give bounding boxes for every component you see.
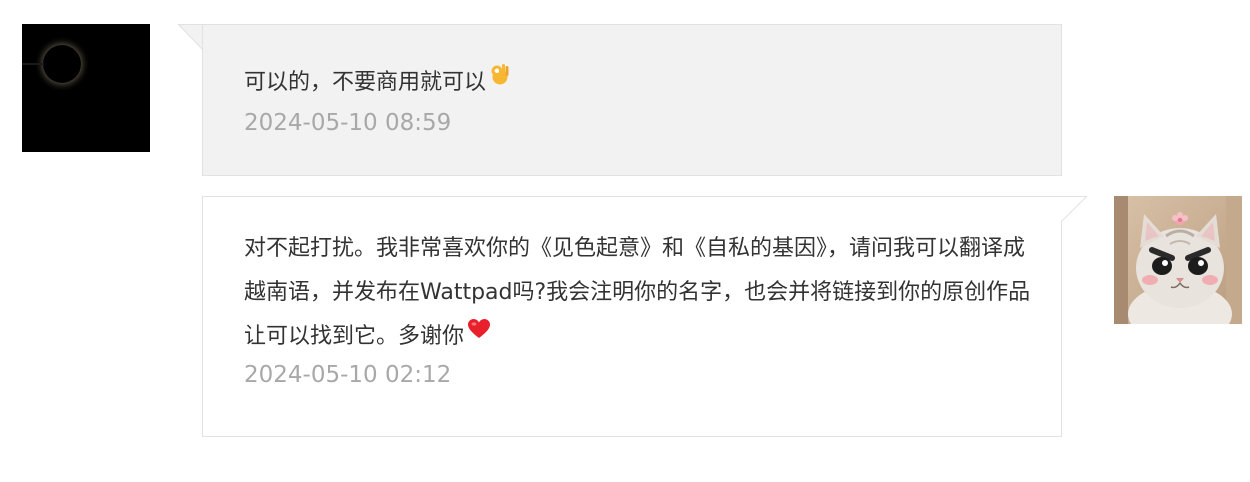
cat-image [1114,196,1242,324]
message-text: 对不起打扰。我非常喜欢你的《见色起意》和《自私的基因》，请问我可以翻译成越南语，… [244,227,1034,359]
bubble-tail-right [1061,196,1087,222]
eclipse-avatar[interactable] [22,24,150,152]
eclipse-image [22,24,150,152]
message-bubble-sent[interactable]: 对不起打扰。我非常喜欢你的《见色起意》和《自私的基因》，请问我可以翻译成越南语，… [202,196,1062,437]
heart-icon [467,312,491,356]
message-text: 可以的，不要商用就可以 [244,61,1025,105]
message-bubble-received[interactable]: 可以的，不要商用就可以 2024-05-10 08:59 [202,24,1062,176]
message-timestamp: 2024-05-10 02:12 [244,362,452,388]
bubble-tail-left [178,24,203,50]
cat-avatar[interactable] [1114,196,1242,324]
message-timestamp: 2024-05-10 08:59 [244,110,452,136]
ok-hand-icon [489,58,511,102]
